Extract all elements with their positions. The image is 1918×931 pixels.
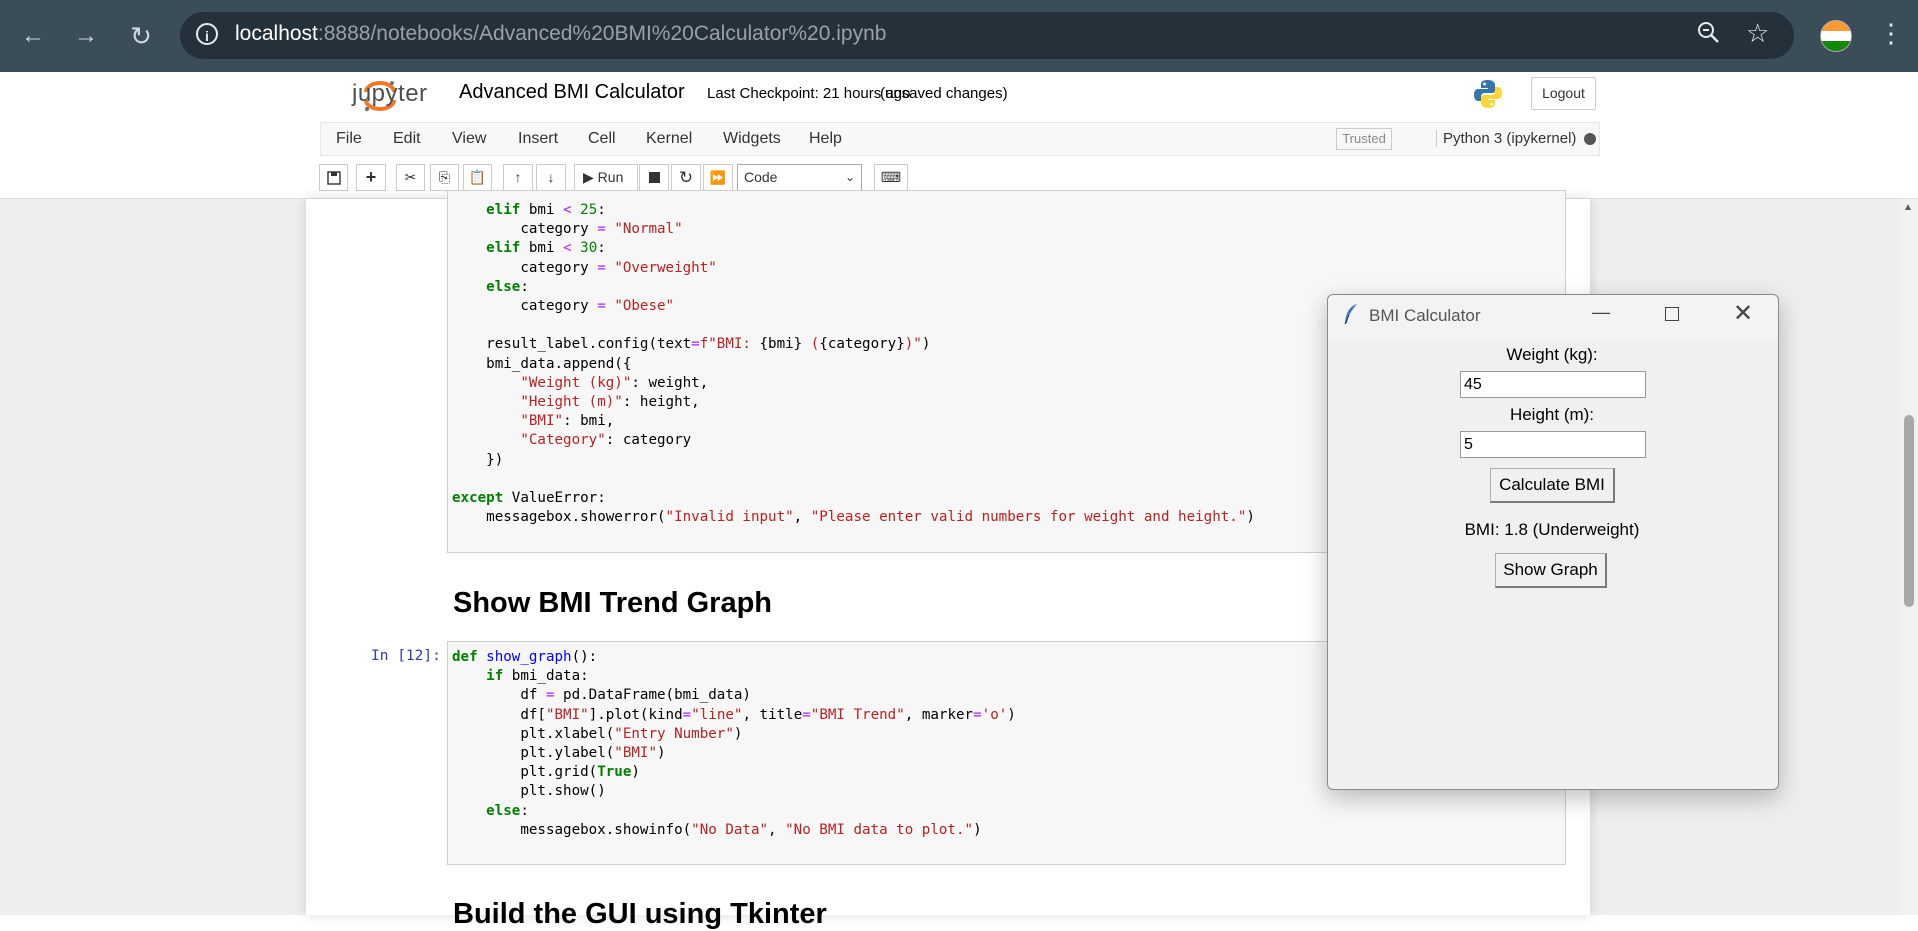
height-label: Height (m): — [1509, 405, 1595, 424]
menu-view[interactable]: View — [452, 130, 486, 148]
menu-kernel[interactable]: Kernel — [646, 130, 692, 148]
cut-icon[interactable]: ✂ — [396, 164, 425, 191]
code-line: df["BMI"].plot(kind="line", title="BMI T… — [452, 706, 1016, 723]
menu-file[interactable]: File — [336, 130, 362, 148]
kernel-status-indicator — [1584, 133, 1596, 145]
code-line: "Category": category — [520, 432, 692, 449]
weight-label: Weight (kg): — [1506, 345, 1598, 364]
run-button[interactable]: ▶ Run — [574, 164, 638, 191]
show-graph-button[interactable]: Show Graph — [1495, 553, 1607, 588]
site-info-icon[interactable]: i — [196, 23, 218, 45]
url-text[interactable]: localhost:8888/notebooks/Advanced%20BMI%… — [235, 22, 886, 46]
code-line: def show_graph(): — [452, 649, 598, 665]
back-icon[interactable]: ← — [16, 19, 50, 53]
close-icon[interactable]: ✕ — [1733, 299, 1753, 328]
code-line: "Height (m)": height, — [520, 394, 700, 411]
code-line: result_label.config(text=f"BMI: {bmi} ({… — [452, 336, 931, 353]
calculate-bmi-button[interactable]: Calculate BMI — [1490, 468, 1615, 503]
trusted-badge[interactable]: Trusted — [1336, 128, 1392, 150]
insert-cell-icon[interactable]: + — [356, 164, 386, 191]
tk-feather-icon — [1342, 303, 1360, 331]
move-up-icon[interactable]: ↑ — [503, 164, 533, 191]
code-line: else: — [486, 802, 529, 819]
code-line: elif bmi < 30: — [486, 240, 606, 257]
code-line: messagebox.showinfo("No Data", "No BMI d… — [452, 821, 982, 838]
code-line: else: — [486, 278, 529, 295]
code-line: bmi_data.append({ — [452, 355, 632, 372]
command-palette-icon[interactable]: ⌨ — [874, 164, 908, 191]
code-cell-1-source[interactable]: elif bmi < 25: category = "Normal" elif … — [452, 201, 1255, 527]
bookmark-star-icon[interactable]: ☆ — [1746, 18, 1769, 49]
weight-input[interactable]: 45 — [1460, 371, 1646, 398]
code-line: except ValueError: — [452, 490, 606, 507]
code-line: category = "Normal" — [452, 221, 683, 238]
code-cell-2-source[interactable]: def show_graph(): if bmi_data: df = pd.D… — [452, 648, 1016, 840]
play-icon: ▶ — [583, 169, 594, 185]
copy-icon[interactable]: ⎘ — [430, 164, 459, 191]
profile-avatar[interactable] — [1820, 20, 1852, 52]
kernel-name: Python 3 (ipykernel) — [1436, 130, 1576, 147]
restart-run-all-icon[interactable]: ⏩ — [703, 164, 733, 191]
code-line: plt.grid(True) — [452, 764, 640, 781]
run-label: Run — [597, 169, 624, 185]
code-line: "Weight (kg)": weight, — [520, 374, 709, 391]
menu-help[interactable]: Help — [809, 130, 842, 148]
code-line: category = "Overweight" — [452, 259, 717, 276]
menu-cell[interactable]: Cell — [588, 130, 616, 148]
move-down-icon[interactable]: ↓ — [536, 164, 566, 191]
interrupt-kernel-icon[interactable] — [639, 164, 669, 191]
code-line: df = pd.DataFrame(bmi_data) — [452, 687, 751, 704]
browser-menu-icon[interactable]: ⋮ — [1878, 16, 1904, 50]
menu-insert[interactable]: Insert — [518, 130, 558, 148]
code-line: category = "Obese" — [452, 298, 675, 315]
code-line: plt.ylabel("BMI") — [452, 745, 666, 762]
logout-button[interactable]: Logout — [1531, 77, 1596, 110]
python-logo-icon — [1474, 80, 1502, 108]
code-line: messagebox.showerror("Invalid input", "P… — [452, 509, 1255, 526]
code-line: if bmi_data: — [486, 668, 589, 685]
code-line: plt.xlabel("Entry Number") — [452, 725, 743, 742]
reload-icon[interactable]: ↻ — [124, 19, 158, 53]
maximize-icon[interactable] — [1665, 307, 1679, 321]
zoom-icon[interactable] — [1696, 20, 1720, 50]
menu-edit[interactable]: Edit — [393, 130, 421, 148]
notebook-title[interactable]: Advanced BMI Calculator — [459, 81, 685, 104]
forward-icon[interactable]: → — [69, 19, 103, 53]
cell-type-select[interactable]: Code ⌄ — [737, 164, 862, 191]
code-line: elif bmi < 25: — [486, 202, 606, 218]
code-line: "BMI": bmi, — [520, 413, 615, 430]
jupyter-logo-text: jupyter — [352, 80, 428, 107]
menubar — [320, 122, 1600, 156]
save-icon[interactable] — [319, 164, 348, 191]
markdown-heading[interactable]: Show BMI Trend Graph — [453, 587, 772, 620]
restart-kernel-icon[interactable]: ↻ — [671, 164, 701, 191]
scrollbar-thumb[interactable] — [1904, 415, 1914, 607]
cell-type-value: Code — [744, 169, 778, 185]
code-line: }) — [452, 451, 504, 468]
url-path: :8888/notebooks/Advanced%20BMI%20Calcula… — [317, 22, 887, 45]
tk-window — [1327, 294, 1779, 790]
tk-window-title: BMI Calculator — [1369, 306, 1481, 325]
menu-widgets[interactable]: Widgets — [723, 130, 781, 148]
scroll-up-icon[interactable]: ▲ — [1903, 202, 1913, 213]
cell-prompt: In [12]: — [371, 648, 441, 664]
unsaved-changes-indicator: (unsaved changes) — [880, 85, 1008, 102]
paste-icon[interactable]: 📋 — [463, 164, 492, 191]
minimize-icon[interactable]: — — [1592, 302, 1610, 323]
url-host: localhost — [235, 22, 318, 45]
code-line: plt.show() — [452, 783, 606, 800]
bmi-result-label: BMI: 1.8 (Underweight) — [1464, 520, 1640, 539]
height-input[interactable]: 5 — [1460, 431, 1646, 458]
chevron-down-icon: ⌄ — [844, 170, 855, 184]
